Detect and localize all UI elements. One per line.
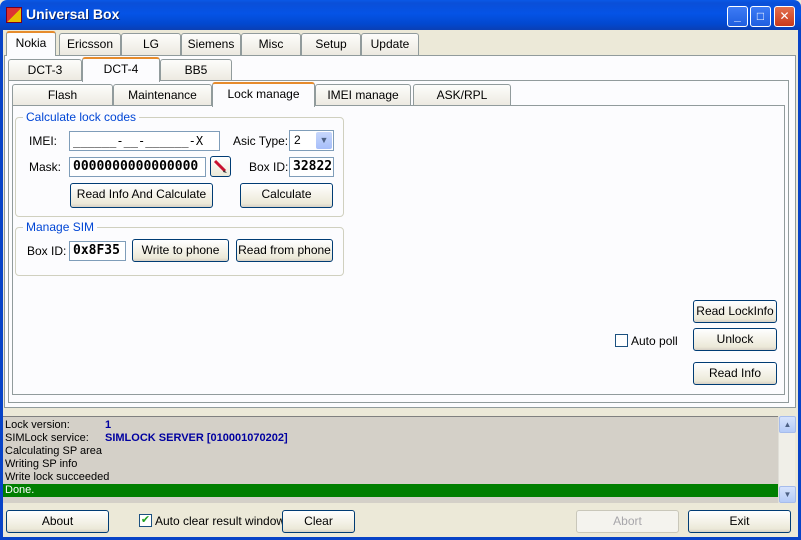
tab-bb5[interactable]: BB5 [160, 59, 232, 81]
log-row: Lock version: 1 [3, 419, 778, 432]
asic-type-value: 2 [294, 133, 301, 147]
maximize-button[interactable]: □ [750, 6, 771, 27]
read-info-button[interactable]: Read Info [693, 362, 777, 385]
auto-clear-label: Auto clear result window [155, 514, 286, 528]
close-button[interactable]: ✕ [774, 6, 795, 27]
tab-ask-rpl-manage[interactable]: ASK/RPL manage [413, 84, 511, 122]
log-row: Write lock succeeded [3, 471, 778, 484]
window-title: Universal Box [26, 6, 120, 22]
calc-lock-codes-legend: Calculate lock codes [23, 110, 140, 124]
auto-poll-label: Auto poll [631, 334, 678, 348]
about-button[interactable]: About [6, 510, 109, 533]
manage-sim-legend: Manage SIM [23, 220, 98, 234]
log-scrollbar[interactable]: ▲ ▼ [778, 416, 796, 503]
log-label: Write lock succeeded [5, 471, 110, 483]
tab-siemens[interactable]: Siemens [181, 33, 241, 55]
log-row: Calculating SP area [3, 445, 778, 458]
app-icon [6, 7, 22, 23]
calc-box-id-input[interactable]: 32822 [289, 157, 334, 177]
log-label: Done. [5, 484, 35, 496]
log-label: Writing SP info [5, 458, 78, 470]
tab-misc[interactable]: Misc [241, 33, 301, 55]
exit-button[interactable]: Exit [688, 510, 791, 533]
tab-dct3[interactable]: DCT-3 [8, 59, 82, 81]
log-value: 1 [105, 419, 112, 431]
tab-lock-manage[interactable]: Lock manage [212, 82, 315, 107]
clear-button[interactable]: Clear [282, 510, 355, 533]
log-row-done: Done. [3, 484, 778, 497]
scroll-down-icon[interactable]: ▼ [779, 486, 796, 503]
minimize-button[interactable]: _ [727, 6, 748, 27]
tab-setup[interactable]: Setup [301, 33, 361, 55]
imei-input[interactable]: ______-__-______-X [69, 131, 220, 151]
sim-box-id-input[interactable]: 0x8F35 [69, 241, 126, 261]
unlock-button[interactable]: Unlock [693, 328, 777, 351]
tab-ericsson[interactable]: Ericsson [59, 33, 121, 55]
mask-label: Mask: [29, 160, 62, 174]
log-row: Writing SP info [3, 458, 778, 471]
log-row: SIMLock service: SIMLOCK SERVER [0100010… [3, 432, 778, 445]
tab-maintenance[interactable]: Maintenance [113, 84, 212, 106]
result-log[interactable]: Lock version: 1 SIMLock service: SIMLOCK… [3, 416, 778, 503]
imei-label: IMEI: [29, 134, 58, 148]
tab-flash[interactable]: Flash [12, 84, 113, 106]
asic-type-label: Asic Type: [233, 134, 289, 148]
abort-button[interactable]: Abort [576, 510, 679, 533]
tab-nokia[interactable]: Nokia [6, 31, 56, 56]
chevron-down-icon[interactable]: ▼ [316, 132, 332, 149]
tab-imei-manage[interactable]: IMEI manage [315, 84, 411, 106]
write-to-phone-button[interactable]: Write to phone [132, 239, 229, 262]
mask-edit-button[interactable] [210, 156, 231, 177]
calculate-button[interactable]: Calculate [240, 183, 333, 208]
log-label: Lock version: [5, 419, 70, 431]
mask-input[interactable]: 0000000000000000 [69, 157, 206, 177]
read-from-phone-button[interactable]: Read from phone [236, 239, 333, 262]
auto-poll-checkbox[interactable] [615, 334, 628, 347]
log-label: SIMLock service: [5, 432, 89, 444]
log-label: Calculating SP area [5, 445, 103, 457]
auto-clear-checkbox[interactable]: ✔ [139, 514, 152, 527]
sim-box-id-label: Box ID: [27, 244, 67, 258]
pencil-icon [213, 159, 227, 173]
scroll-up-icon[interactable]: ▲ [779, 416, 796, 433]
read-lockinfo-button[interactable]: Read LockInfo [693, 300, 777, 323]
log-value: SIMLOCK SERVER [010001070202] [105, 432, 288, 444]
asic-type-select[interactable]: 2 ▼ [289, 130, 334, 151]
calc-box-id-label: Box ID: [249, 160, 289, 174]
tab-dct4[interactable]: DCT-4 [82, 57, 160, 82]
title-bar[interactable] [0, 0, 801, 30]
tab-lg[interactable]: LG [121, 33, 181, 55]
tab-update[interactable]: Update [361, 33, 419, 55]
read-info-and-calculate-button[interactable]: Read Info And Calculate [70, 183, 213, 208]
